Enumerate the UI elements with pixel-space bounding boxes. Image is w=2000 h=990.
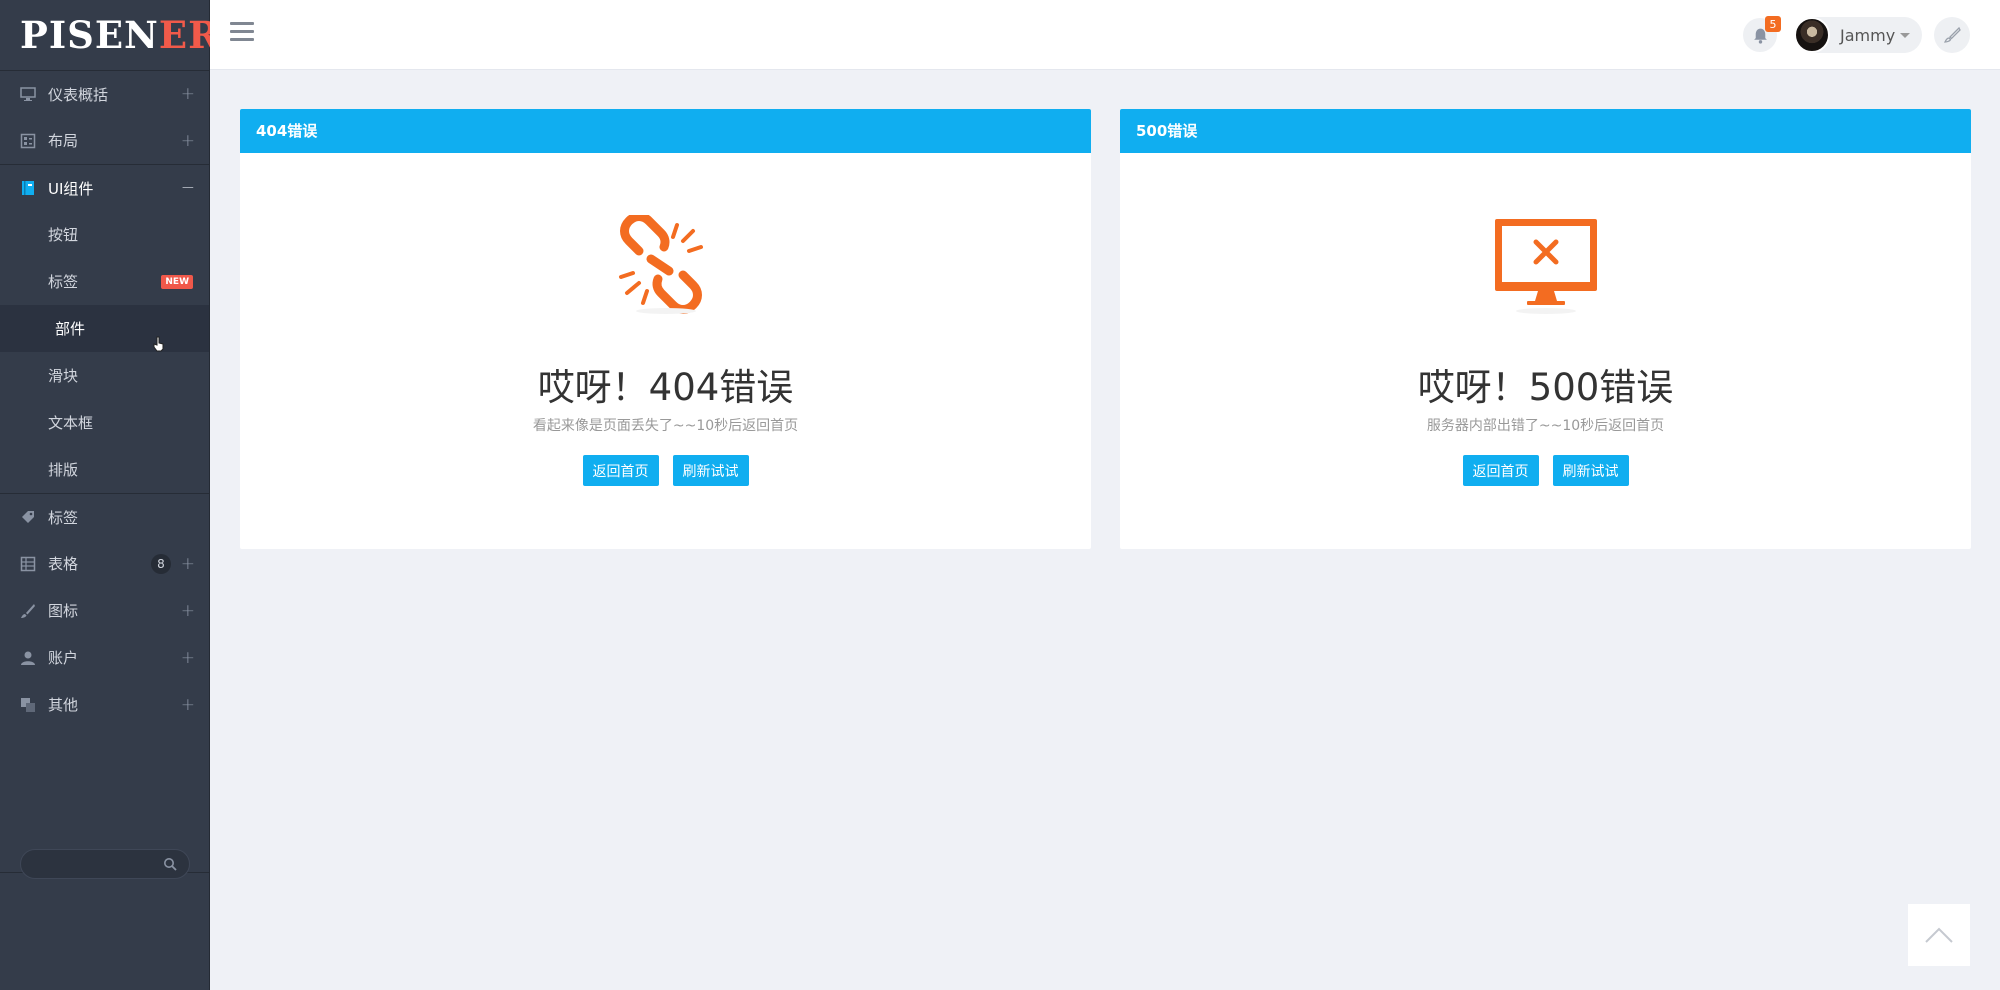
expand-icon: +: [180, 647, 195, 668]
search-icon[interactable]: [163, 857, 177, 871]
panel-body: 哎呀！404错误 看起来像是页面丢失了~~10秒后返回首页 返回首页 刷新试试: [240, 215, 1091, 486]
monitor-icon: [20, 86, 36, 102]
sidebar-nav-lower: 标签 表格 8 + 图标 + 账户 + 其他 +: [0, 493, 209, 728]
sidebar-item-label: 按钮: [48, 226, 79, 244]
layout-icon: [20, 133, 36, 149]
notification-count-badge: 5: [1765, 16, 1781, 32]
sidebar-item-dashboard[interactable]: 仪表概括 +: [0, 70, 209, 117]
sidebar-item-label: 账户: [48, 649, 79, 667]
count-badge: 8: [151, 553, 171, 574]
expand-icon: +: [180, 600, 195, 621]
expand-icon: +: [180, 130, 195, 151]
sidebar-subitem-textbox[interactable]: 文本框: [0, 399, 209, 446]
sidebar-nav: 仪表概括 + 布局 + UI组件 −: [0, 70, 209, 211]
button-group: 返回首页 刷新试试: [1120, 455, 1971, 486]
logo-main: PISEN: [20, 13, 159, 57]
menu-toggle-icon[interactable]: [230, 22, 254, 44]
sidebar: PISEN ER 仪表概括 + 布局 + UI组件 − 按钮 标签 NEW 部件…: [0, 0, 219, 990]
sidebar-search: [20, 849, 190, 879]
tag-icon: [20, 509, 36, 525]
panel-title: 500错误: [1120, 109, 1971, 153]
sidebar-item-label: 仪表概括: [48, 85, 109, 104]
sidebar-item-label: 表格: [48, 555, 79, 573]
sidebar-item-tables[interactable]: 表格 8 +: [0, 540, 209, 587]
error-heading: 哎呀！500错误: [1417, 366, 1674, 409]
top-header: 5 Jammy: [210, 0, 2000, 70]
sidebar-subitem-buttons[interactable]: 按钮: [0, 211, 209, 258]
panel-500: 500错误 哎呀！500错误 服务器内部出错了~~10秒后返回首页 返回首页 刷…: [1120, 109, 1971, 549]
pointer-cursor-icon: [153, 336, 164, 352]
sidebar-subitem-labels[interactable]: 标签 NEW: [0, 258, 209, 305]
sidebar-item-tags[interactable]: 标签: [0, 493, 209, 540]
new-badge: NEW: [161, 274, 193, 289]
sidebar-subitem-sliders[interactable]: 滑块: [0, 352, 209, 399]
expand-icon: +: [180, 553, 195, 574]
user-menu[interactable]: Jammy: [1794, 17, 1922, 53]
sidebar-subitem-widgets[interactable]: 部件: [0, 305, 209, 352]
sidebar-submenu: 按钮 标签 NEW 部件 滑块 文本框 排版: [0, 211, 209, 493]
error-heading: 哎呀！404错误: [537, 366, 794, 409]
sidebar-item-label: 部件: [55, 320, 86, 338]
chevron-up-icon: [1925, 927, 1953, 943]
avatar: [1794, 17, 1830, 53]
panel-body: 哎呀！500错误 服务器内部出错了~~10秒后返回首页 返回首页 刷新试试: [1120, 215, 1971, 486]
squares-icon: [20, 697, 36, 713]
sidebar-item-icons[interactable]: 图标 +: [0, 587, 209, 634]
button-group: 返回首页 刷新试试: [240, 455, 1091, 486]
sidebar-item-label: UI组件: [48, 179, 94, 198]
panel-title: 404错误: [240, 109, 1091, 153]
sidebar-item-other[interactable]: 其他 +: [0, 681, 209, 728]
caret-down-icon: [1900, 33, 1910, 38]
back-home-button[interactable]: 返回首页: [1462, 455, 1539, 486]
refresh-button[interactable]: 刷新试试: [672, 455, 749, 486]
sidebar-item-label: 标签: [48, 273, 79, 291]
collapse-icon: −: [180, 178, 195, 198]
sidebar-item-ui-components[interactable]: UI组件 −: [0, 164, 209, 211]
theme-button[interactable]: [1934, 17, 1970, 53]
error-message: 看起来像是页面丢失了~~10秒后返回首页: [532, 418, 799, 434]
sidebar-item-label: 标签: [48, 508, 79, 527]
brush-icon: [20, 603, 36, 619]
logo[interactable]: PISEN ER: [0, 0, 219, 70]
sidebar-item-label: 其他: [48, 696, 79, 714]
panel-404: 404错误 哎呀！404错误 看起来像是页面丢失了~~10秒后返回首页 返回首页…: [240, 109, 1091, 549]
sidebar-item-label: 图标: [48, 602, 79, 620]
monitor-error-icon: [1494, 219, 1597, 314]
expand-icon: +: [180, 694, 195, 715]
sidebar-subitem-typography[interactable]: 排版: [0, 446, 209, 493]
error-message: 服务器内部出错了~~10秒后返回首页: [1426, 418, 1665, 434]
user-icon: [20, 650, 36, 666]
broken-link-icon: [618, 215, 703, 314]
back-home-button[interactable]: 返回首页: [582, 455, 659, 486]
refresh-button[interactable]: 刷新试试: [1552, 455, 1629, 486]
back-to-top-button[interactable]: [1908, 904, 1970, 966]
sidebar-item-layout[interactable]: 布局 +: [0, 117, 209, 164]
sidebar-item-account[interactable]: 账户 +: [0, 634, 209, 681]
book-icon: [20, 180, 36, 196]
sidebar-item-label: 排版: [48, 461, 79, 479]
table-icon: [20, 556, 36, 572]
sidebar-search-input[interactable]: [21, 850, 151, 878]
sidebar-item-label: 滑块: [48, 367, 79, 385]
expand-icon: +: [180, 84, 195, 104]
sidebar-item-label: 布局: [48, 132, 79, 150]
user-name: Jammy: [1840, 25, 1896, 45]
paintbrush-icon: [1943, 26, 1961, 43]
notifications-button[interactable]: 5: [1743, 16, 1781, 52]
sidebar-item-label: 文本框: [48, 414, 94, 432]
